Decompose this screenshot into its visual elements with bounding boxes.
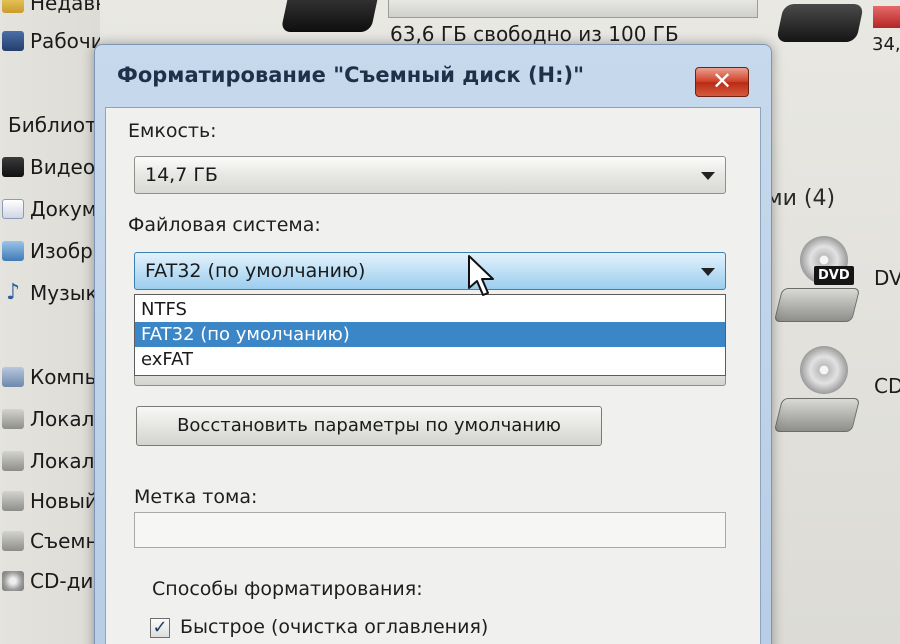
checkmark-icon: ✓ <box>152 617 168 638</box>
restore-defaults-button[interactable]: Восстановить параметры по умолчанию <box>136 406 602 446</box>
drive-icon <box>2 451 24 471</box>
capacity-label: Емкость: <box>128 120 217 142</box>
filesystem-option-ntfs[interactable]: NTFS <box>135 297 725 322</box>
dvd-drive-item[interactable]: DVD <box>773 236 862 326</box>
cd-drive-icon <box>2 571 24 591</box>
recent-places-icon <box>2 0 24 13</box>
nav-item-libraries[interactable]: Библиотеки <box>0 108 100 142</box>
navigation-pane: Недавние места Рабочий стол Библиотеки В… <box>0 0 100 644</box>
cd-drive-item[interactable] <box>773 346 862 436</box>
capacity-value: 14,7 ГБ <box>145 164 218 186</box>
filesystem-option-exfat[interactable]: exFAT <box>135 347 725 372</box>
volume-label-input[interactable] <box>134 512 726 548</box>
removable-devices-group-header: ми (4) <box>766 186 836 211</box>
quick-format-checkbox[interactable]: ✓ <box>150 618 170 638</box>
filesystem-value: FAT32 (по умолчанию) <box>145 260 366 282</box>
documents-icon <box>2 199 24 219</box>
mouse-cursor-icon <box>468 255 494 296</box>
desktop-icon <box>2 31 24 51</box>
nav-item-local-disk-d[interactable]: Локальный диск <box>0 444 100 478</box>
format-options-label: Способы форматирования: <box>152 578 423 600</box>
filesystem-option-fat32[interactable]: FAT32 (по умолчанию) <box>135 322 725 347</box>
drive-usage-bar-full <box>873 6 900 28</box>
nav-item-desktop[interactable]: Рабочий стол <box>0 24 100 58</box>
nav-item-video[interactable]: Видео <box>0 150 100 184</box>
removable-drive-icon <box>2 531 24 551</box>
drive-size-text: 34, <box>872 34 900 55</box>
dialog-client-area: Емкость: 14,7 ГБ Файловая система: FAT32… <box>105 107 761 644</box>
cd-tray-icon <box>773 398 861 432</box>
filesystem-label: Файловая система: <box>128 214 321 236</box>
dvd-drive-label[interactable]: DV <box>874 266 900 290</box>
drive-icon <box>2 409 24 429</box>
hard-drive-icon[interactable] <box>775 4 865 42</box>
cd-drive-label[interactable]: CD <box>874 374 900 398</box>
nav-item-local-disk-c[interactable]: Локальный диск <box>0 402 100 436</box>
nav-item-recent-places[interactable]: Недавние места <box>0 0 100 20</box>
nav-item-removable-disk[interactable]: Съемный диск <box>0 524 100 558</box>
nav-item-new-volume[interactable]: Новый том <box>0 484 100 518</box>
close-button[interactable]: ✕ <box>695 67 749 97</box>
nav-item-computer[interactable]: Компьютер <box>0 360 100 394</box>
nav-item-music[interactable]: ♪ Музыка <box>0 276 100 310</box>
cd-disc-icon <box>800 346 848 394</box>
music-icon: ♪ <box>5 280 21 305</box>
filesystem-select[interactable]: FAT32 (по умолчанию) <box>134 252 726 290</box>
quick-format-label: Быстрое (очистка оглавления) <box>180 616 489 638</box>
drive-usage-bar <box>388 0 758 18</box>
filesystem-dropdown-list: NTFS FAT32 (по умолчанию) exFAT <box>134 294 726 376</box>
format-dialog: Форматирование "Съемный диск (H:)" ✕ Емк… <box>94 44 772 644</box>
dvd-badge: DVD <box>814 266 854 285</box>
capacity-select[interactable]: 14,7 ГБ <box>134 156 726 194</box>
nav-item-documents[interactable]: Документы <box>0 192 100 226</box>
volume-label-label: Метка тома: <box>134 486 258 508</box>
chevron-down-icon <box>701 172 715 180</box>
drive-free-space-text: 63,6 ГБ свободно из 100 ГБ <box>390 22 679 46</box>
chevron-down-icon <box>701 268 715 276</box>
video-icon <box>2 157 24 177</box>
drive-icon <box>2 491 24 511</box>
pictures-icon <box>2 241 24 261</box>
hard-drive-icon[interactable] <box>280 0 380 32</box>
dialog-title: Форматирование "Съемный диск (H:)" <box>117 63 585 87</box>
computer-icon <box>2 367 24 387</box>
nav-item-pictures[interactable]: Изображения <box>0 234 100 268</box>
nav-item-cd-drive[interactable]: CD-дисковод <box>0 564 100 598</box>
dvd-tray-icon <box>773 288 861 322</box>
